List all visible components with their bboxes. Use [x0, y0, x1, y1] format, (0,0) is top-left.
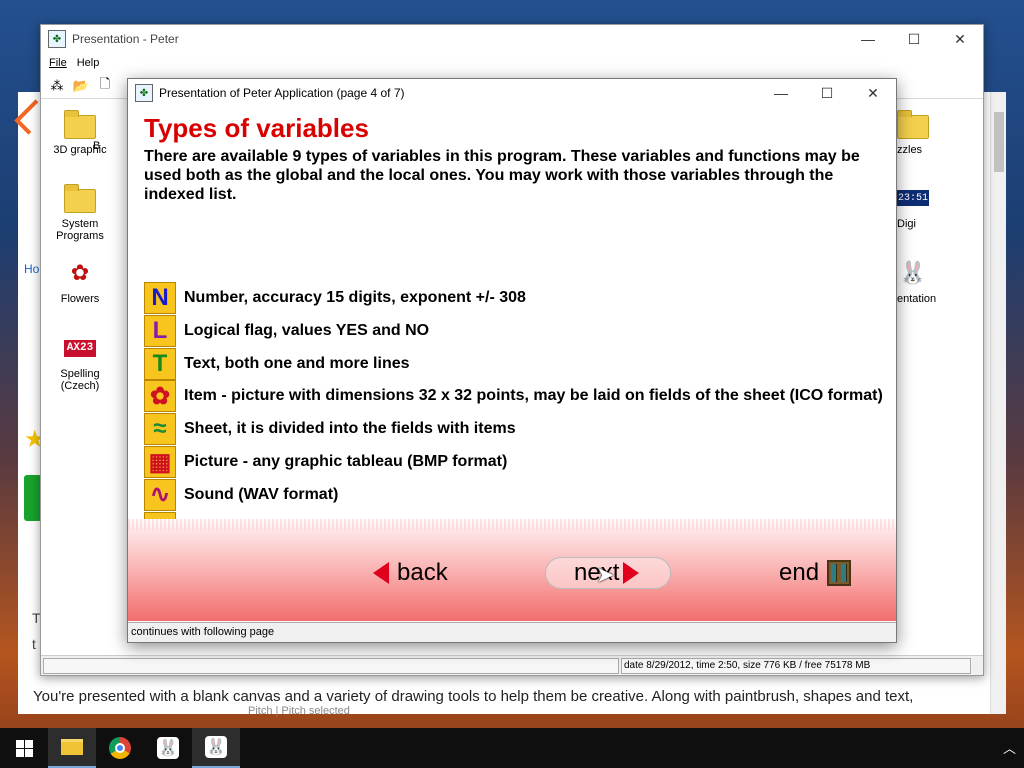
- item-presentation[interactable]: 🐰 entation: [891, 257, 981, 305]
- digital-clock-icon: 23:51: [897, 190, 929, 206]
- background-scrollbar[interactable]: [990, 92, 1006, 714]
- variable-description: Sound (WAV format): [184, 485, 339, 503]
- variable-row: T Text, both one and more lines: [144, 347, 410, 380]
- next-arrow-icon: [623, 562, 640, 584]
- open-folder-icon[interactable]: 📂: [69, 75, 93, 97]
- folder-icon: [64, 184, 96, 213]
- ax23-icon: AX23: [64, 339, 96, 357]
- peter-app-icon: ✤: [135, 84, 153, 102]
- dialog-statusbar: continues with following page: [128, 622, 896, 642]
- item-label: Digi: [897, 218, 916, 230]
- logical-icon: L: [144, 314, 176, 347]
- taskbar-file-explorer[interactable]: [48, 728, 96, 768]
- variable-description: Logical flag, values YES and NO: [184, 321, 430, 339]
- item-icon: ✿: [144, 380, 176, 413]
- back-label: back: [397, 559, 448, 586]
- variable-description: Item - picture with dimensions 32 x 32 p…: [184, 387, 883, 405]
- dialog-content: Types of variables There are available 9…: [128, 107, 896, 577]
- folder-icon: [64, 110, 96, 139]
- item-label: Spelling (Czech): [60, 368, 100, 392]
- taskbar: 🐰 🐰 ︿: [0, 728, 1024, 768]
- start-button[interactable]: [0, 728, 48, 768]
- taskbar-peter-1[interactable]: 🐰: [144, 728, 192, 768]
- navigation-area: back next end: [128, 519, 896, 621]
- page-heading: Types of variables: [144, 113, 369, 143]
- item-label: zzles: [897, 144, 923, 156]
- status-info: date 8/29/2012, time 2:50, size 776 KB /…: [621, 658, 971, 674]
- item-flowers[interactable]: ✿ Flowers: [41, 257, 119, 305]
- dialog-title: Presentation of Peter Application (page …: [159, 86, 405, 100]
- picture-icon: ▦: [144, 446, 176, 478]
- tray-chevron-up-icon[interactable]: ︿: [1003, 738, 1016, 757]
- maximize-button[interactable]: ☐: [804, 79, 850, 107]
- presentation-dialog: ✤ Presentation of Peter Application (pag…: [127, 78, 897, 643]
- end-label: end: [779, 559, 820, 586]
- status-left-panel: [43, 658, 619, 674]
- end-button[interactable]: end: [779, 557, 852, 589]
- background-caption: Pitch | Pitch selected: [248, 705, 350, 717]
- item-label: entation: [897, 293, 937, 305]
- variable-row: ≈ Sheet, it is divided into the fields wi…: [144, 413, 516, 446]
- number-icon: N: [144, 282, 176, 314]
- door-icon: [827, 560, 852, 586]
- item-digi[interactable]: 23:51 Digi: [891, 182, 981, 230]
- dialog-titlebar[interactable]: ✤ Presentation of Peter Application (pag…: [128, 79, 896, 107]
- main-titlebar[interactable]: ✤ Presentation - Peter — ☐ ✕: [41, 25, 983, 53]
- mouse-cursor-icon: ➤: [596, 562, 615, 587]
- variable-row: L Logical flag, values YES and NO: [144, 314, 430, 347]
- sound-icon: ∿: [144, 478, 176, 511]
- background-text-fragment: Ho: [24, 262, 40, 276]
- taskbar-peter-2[interactable]: 🐰: [192, 728, 240, 768]
- variable-row: ∿ Sound (WAV format): [144, 478, 339, 511]
- background-article-text: You're presented with a blank canvas and…: [33, 688, 914, 705]
- variable-description: Number, accuracy 15 digits, exponent +/-…: [184, 289, 526, 306]
- item-label: Flowers: [60, 293, 100, 305]
- back-button[interactable]: back: [373, 557, 448, 589]
- back-arrow-icon: [373, 562, 389, 584]
- folder-icon: [897, 110, 929, 139]
- close-button[interactable]: ✕: [850, 79, 896, 107]
- bunny-icon: 🐰: [205, 736, 227, 758]
- variable-description: Sheet, it is divided into the fields wit…: [184, 420, 516, 438]
- scrollbar-thumb[interactable]: [994, 112, 1004, 172]
- intro-text: There are available 9 types of variables…: [144, 148, 860, 203]
- bunny-icon: 🐰: [899, 260, 927, 285]
- variable-row: ✿ Item - picture with dimensions 32 x 32 …: [144, 380, 883, 413]
- background-text-fragment: t: [32, 636, 36, 652]
- windows-logo-icon: [15, 739, 33, 757]
- variable-description: Picture - any graphic tableau (BMP forma…: [184, 453, 508, 470]
- item-partial-b[interactable]: B: [93, 140, 113, 152]
- text-icon: T: [144, 347, 176, 380]
- item-puzzles[interactable]: zzles: [891, 108, 981, 156]
- flowers-icon: ✿: [70, 260, 90, 285]
- minimize-button[interactable]: —: [845, 25, 891, 53]
- main-statusbar: date 8/29/2012, time 2:50, size 776 KB /…: [41, 655, 983, 675]
- menu-file[interactable]: File: [47, 57, 75, 69]
- main-window-title: Presentation - Peter: [72, 32, 179, 46]
- item-spelling-czech[interactable]: AX23 Spelling (Czech): [41, 332, 119, 392]
- bunny-icon: 🐰: [157, 737, 179, 759]
- variable-row: ▦ Picture - any graphic tableau (BMP form…: [144, 446, 507, 478]
- peter-app-icon: ✤: [48, 30, 66, 48]
- new-file-icon[interactable]: 🗋: [93, 75, 117, 97]
- sheet-icon: ≈: [144, 413, 176, 446]
- close-button[interactable]: ✕: [937, 25, 983, 53]
- variable-row: N Number, accuracy 15 digits, exponent +/…: [144, 282, 526, 314]
- menubar: File Help: [41, 53, 983, 73]
- maximize-button[interactable]: ☐: [891, 25, 937, 53]
- chrome-icon: [109, 737, 131, 759]
- file-explorer-icon: [61, 739, 83, 755]
- menu-help[interactable]: Help: [75, 57, 108, 69]
- item-system-programs[interactable]: System Programs: [41, 182, 119, 242]
- variable-description: Text, both one and more lines: [184, 354, 410, 372]
- item-label: System Programs: [56, 218, 104, 242]
- minimize-button[interactable]: —: [758, 79, 804, 107]
- taskbar-chrome[interactable]: [96, 728, 144, 768]
- tree-icon[interactable]: ⁂: [45, 75, 69, 97]
